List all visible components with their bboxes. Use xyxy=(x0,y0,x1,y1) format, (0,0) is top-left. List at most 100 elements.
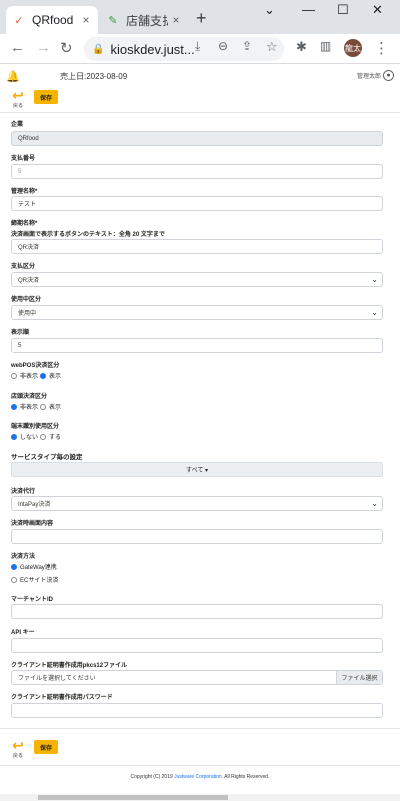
reload-icon[interactable]: ↻ xyxy=(60,39,73,57)
back-button[interactable]: ↩ 戻る xyxy=(10,738,26,759)
install-icon[interactable]: ⤓ xyxy=(195,39,200,54)
divider xyxy=(0,112,400,113)
tab-label: QRfood xyxy=(32,13,74,27)
terminal-radio-group: しない する xyxy=(11,432,61,441)
bottom-actions: ↩ 戻る 保存 xyxy=(10,738,59,760)
back-label: 戻る xyxy=(12,103,23,109)
terminal-no-radio[interactable] xyxy=(11,433,17,440)
save-button[interactable]: 保存 xyxy=(34,740,59,754)
radio-label: GateWay連携 xyxy=(20,565,57,571)
payment-content-label: 決済時画面内容 xyxy=(11,521,54,527)
radio-label: する xyxy=(49,435,62,441)
display-order-label: 表示順 xyxy=(11,330,30,336)
agent-select[interactable]: IntaPay決済 ⌄ xyxy=(11,496,383,511)
service-type-all-toggle[interactable]: すべて ▾ xyxy=(11,462,383,477)
payment-no-field[interactable]: 5 xyxy=(11,164,383,179)
share-icon[interactable]: ⇪ xyxy=(242,39,252,53)
file-select-button[interactable]: ファイル選択 xyxy=(336,671,382,684)
divider xyxy=(0,728,400,729)
close-tab-icon[interactable]: × xyxy=(168,13,184,27)
profile-avatar[interactable]: 龍太 xyxy=(344,39,362,57)
cert-file-input[interactable]: ファイルを選択してください ファイル選択 xyxy=(11,670,383,685)
top-actions: ↩ 戻る 保存 xyxy=(10,88,59,110)
copyright-pre: Copyright (C) 2019 xyxy=(130,774,175,780)
company-label: 企業 xyxy=(11,122,24,128)
usage-select[interactable]: 使用中 ⌄ xyxy=(11,305,383,320)
copyright-post: . All Rights Reserved. xyxy=(221,774,270,780)
back-button[interactable]: ↩ 戻る xyxy=(10,88,26,109)
return-arrow-icon: ↩ xyxy=(12,87,24,103)
webpos-label: webPOS決済区分 xyxy=(11,363,60,369)
chevron-down-icon: ⌄ xyxy=(371,308,378,317)
user-icon: ● xyxy=(383,70,394,81)
return-arrow-icon: ↩ xyxy=(12,737,24,753)
bookmark-star-icon[interactable]: ☆ xyxy=(266,39,278,55)
url-text: kioskdev.just... xyxy=(110,41,195,57)
ec-site-radio[interactable] xyxy=(11,576,17,583)
cert-file-label: クライアント証明書作成用pkcs12ファイル xyxy=(11,663,128,669)
side-panel-icon[interactable]: ▥ xyxy=(320,39,331,53)
user-name: 管理太郎 xyxy=(356,74,381,80)
cert-file-placeholder: ファイルを選択してください xyxy=(18,676,96,682)
store-radio-group: 非表示 表示 xyxy=(11,402,61,411)
menu-kebab-icon[interactable]: ⋮ xyxy=(374,39,389,57)
usage-value: 使用中 xyxy=(18,311,37,317)
payment-method-label: 決済方法 xyxy=(11,554,36,560)
terminal-yes-radio[interactable] xyxy=(40,433,47,440)
payment-method-ec: ECサイト決済 xyxy=(11,575,58,584)
brand-link[interactable]: Justware Corporation xyxy=(174,774,222,780)
tab-qrfood[interactable]: ✓ QRfood × xyxy=(6,6,98,34)
cert-password-field[interactable] xyxy=(11,703,383,718)
zoom-icon[interactable]: ⊖ xyxy=(218,39,228,53)
api-key-label: API キー xyxy=(11,630,35,636)
back-arrow-icon[interactable]: ← xyxy=(10,39,25,56)
display-name-label: 締期名称* xyxy=(11,221,38,227)
webpos-hide-radio[interactable] xyxy=(11,372,17,379)
radio-label: 非表示 xyxy=(20,405,39,411)
address-bar[interactable]: 🔒 kioskdev.just... xyxy=(84,37,284,61)
tab-store-payment[interactable]: ✎ 店舗支払方法 × xyxy=(100,6,188,34)
bell-icon[interactable]: 🔔 xyxy=(6,70,20,83)
button-text-field[interactable]: QR決済 xyxy=(11,239,383,254)
window-close-button[interactable]: ✕ xyxy=(372,2,383,18)
merchant-id-field[interactable] xyxy=(11,604,383,619)
webpos-show-radio[interactable] xyxy=(40,372,47,379)
store-show-radio[interactable] xyxy=(40,403,47,410)
payment-type-value: QR決済 xyxy=(18,278,40,284)
new-tab-button[interactable]: + xyxy=(196,8,207,29)
app-header: 🔔 売上日:2023-08-09 管理太郎 ● xyxy=(0,66,400,86)
button-text-label: 決済画面で表示するボタンのテキスト：全角 20 文字まで xyxy=(11,232,165,238)
radio-label: しない xyxy=(20,435,39,441)
payment-content-field[interactable] xyxy=(11,529,383,544)
store-label: 店頭決済区分 xyxy=(11,394,48,400)
scrollbar-thumb[interactable] xyxy=(38,795,228,800)
forward-arrow-icon[interactable]: → xyxy=(36,39,51,56)
store-hide-radio[interactable] xyxy=(11,403,17,410)
terminal-label: 端末識別使用区分 xyxy=(11,424,60,430)
user-menu[interactable]: 管理太郎 ● xyxy=(357,70,394,81)
payment-type-label: 支払区分 xyxy=(11,264,36,270)
gateway-radio[interactable] xyxy=(11,563,17,570)
agent-value: IntaPay決済 xyxy=(18,502,51,508)
admin-name-field[interactable]: テスト xyxy=(11,196,383,211)
minimize-button[interactable]: — xyxy=(302,2,315,17)
merchant-id-label: マーチャントID xyxy=(11,597,53,603)
api-key-field[interactable] xyxy=(11,638,383,653)
maximize-button[interactable]: ☐ xyxy=(337,2,349,18)
divider xyxy=(0,765,400,766)
extensions-icon[interactable]: ✱ xyxy=(296,39,307,55)
sale-date: 売上日:2023-08-09 xyxy=(60,72,128,81)
radio-label: 非表示 xyxy=(20,374,39,380)
radio-label: 表示 xyxy=(49,374,62,380)
close-tab-icon[interactable]: × xyxy=(78,13,94,27)
payment-type-select[interactable]: QR決済 ⌄ xyxy=(11,272,383,287)
tab-search-icon[interactable]: ⌄ xyxy=(264,2,275,18)
radio-label: ECサイト決済 xyxy=(20,578,59,584)
payment-method-gateway: GateWay連携 xyxy=(11,562,57,571)
qrfood-favicon-icon: ✓ xyxy=(14,14,24,27)
display-order-field[interactable]: 5 xyxy=(11,338,383,353)
webpos-radio-group: 非表示 表示 xyxy=(11,371,61,380)
save-button[interactable]: 保存 xyxy=(34,90,59,104)
browser-tab-bar: ✓ QRfood × ✎ 店舗支払方法 × + ⌄ — ☐ ✕ xyxy=(0,0,400,34)
company-field: QRfood xyxy=(11,131,383,146)
